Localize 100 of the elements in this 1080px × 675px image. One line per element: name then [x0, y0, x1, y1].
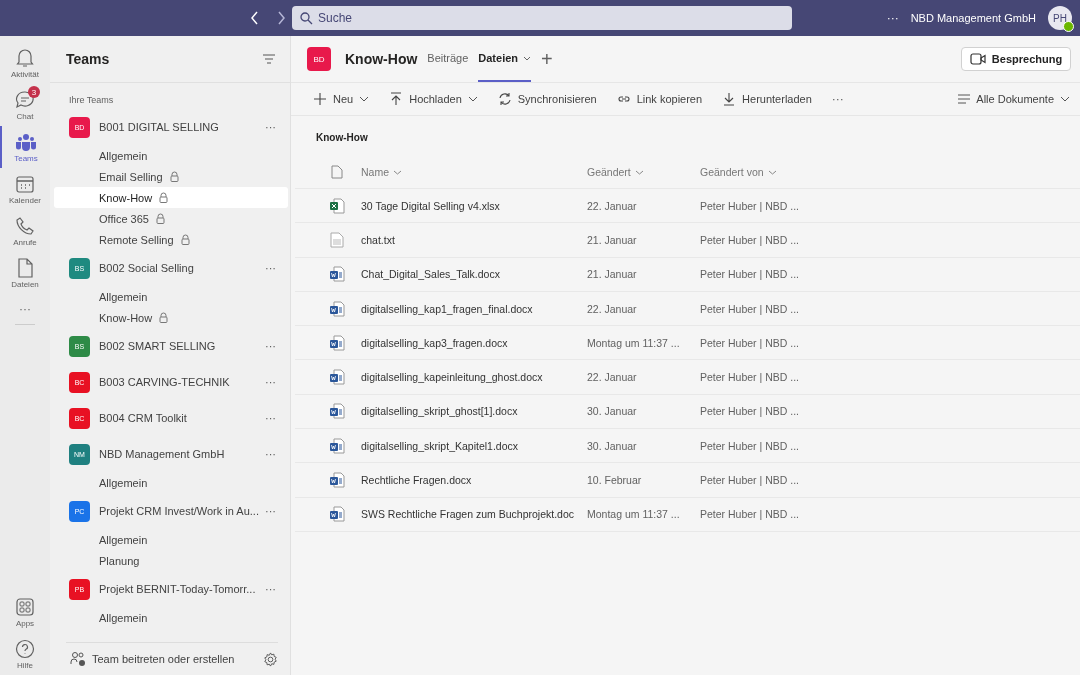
unread-badge: 3: [28, 86, 40, 98]
channel-item[interactable]: Allgemein: [50, 472, 288, 493]
sync-icon: [497, 92, 512, 106]
rail-item[interactable]: Aktivität: [0, 42, 50, 84]
file-row[interactable]: digitalselling_skript_Kapitel1.docx 30. Januar Peter Huber | NBD ...: [295, 429, 1080, 464]
channel-item[interactable]: Know-How: [50, 307, 288, 328]
toolbar-button[interactable]: Link kopieren: [616, 92, 703, 106]
channel-item[interactable]: Allgemein: [50, 529, 288, 550]
column-header[interactable]: Geändert: [587, 166, 700, 178]
chevron-down-icon: [393, 169, 402, 175]
video-camera-icon: [969, 53, 986, 65]
channel-title: Know-How: [345, 51, 418, 67]
file-row[interactable]: 30 Tage Digital Selling v4.xlsx 22. Januar Peter Huber | NBD ...: [295, 189, 1080, 224]
document-file-icon: [329, 266, 345, 283]
more-button[interactable]: ···: [265, 412, 276, 424]
upload-icon: [389, 92, 404, 106]
more-apps-button[interactable]: ···: [19, 302, 31, 316]
join-team-button[interactable]: Team beitreten oder erstellen: [70, 651, 235, 667]
more-button[interactable]: ···: [265, 262, 276, 274]
meeting-button[interactable]: Besprechung: [961, 47, 1071, 71]
more-button[interactable]: ···: [265, 448, 276, 460]
file-row[interactable]: Chat_Digital_Sales_Talk.docx 21. Januar Peter Huber | NBD ...: [295, 257, 1080, 292]
more-button[interactable]: ···: [831, 92, 844, 106]
modified-by: Peter Huber | NBD ...: [700, 474, 800, 486]
document-file-icon: [329, 403, 345, 420]
channel-item[interactable]: Office 365: [50, 208, 288, 229]
modified-date: 22. Januar: [587, 302, 638, 315]
file-row[interactable]: digitalselling_kapeinleitung_ghost.docx 22. Januar Peter Huber | NBD ...: [295, 360, 1080, 395]
rail-item[interactable]: 3 Chat: [0, 84, 50, 126]
file-row[interactable]: digitalselling_kap3_fragen.docx Montag um 11:37 ... Peter Huber | NBD ...: [295, 326, 1080, 361]
file-name[interactable]: digitalselling_kapeinleitung_ghost.docx: [361, 371, 587, 384]
download-icon: [722, 92, 737, 106]
calendar-icon: [14, 173, 36, 195]
file-name[interactable]: Rechtliche Fragen.docx: [361, 474, 587, 486]
channel-item[interactable]: Know-How: [54, 187, 288, 208]
file-name[interactable]: digitalselling_skript_ghost[1].docx: [361, 405, 587, 418]
document-file-icon: [329, 334, 345, 351]
channel-item[interactable]: Remote Selling: [50, 229, 288, 250]
file-row[interactable]: digitalselling_kap1_fragen_final.docx 22. Januar Peter Huber | NBD ...: [295, 291, 1080, 327]
more-button[interactable]: ···: [265, 121, 276, 133]
modified-by: Peter Huber | NBD ...: [700, 336, 800, 349]
file-name[interactable]: SWS Rechtliche Fragen zum Buchprojekt.doc: [361, 508, 587, 521]
search-icon: [300, 12, 313, 25]
channel-avatar: BD: [307, 47, 331, 71]
view-selector[interactable]: Alle Dokumente: [958, 93, 1070, 105]
channel-item[interactable]: Planung: [50, 550, 288, 571]
file-name[interactable]: digitalselling_kap1_fragen_final.docx: [361, 302, 587, 315]
column-header[interactable]: Geändert von: [700, 166, 850, 178]
file-row[interactable]: digitalselling_skript_ghost[1].docx 30. Januar Peter Huber | NBD ...: [295, 394, 1080, 430]
user-avatar[interactable]: PH: [1048, 6, 1072, 30]
more-button[interactable]: ···: [265, 583, 276, 595]
channel-item[interactable]: Email Selling: [50, 166, 288, 187]
more-button[interactable]: ···: [265, 340, 276, 352]
forward-icon[interactable]: [276, 11, 286, 25]
file-name[interactable]: digitalselling_kap3_fragen.docx: [361, 336, 587, 349]
channel-item[interactable]: Allgemein: [50, 286, 288, 307]
toolbar-button[interactable]: Herunterladen: [722, 92, 812, 106]
add-tab-button[interactable]: +: [541, 47, 553, 71]
file-name[interactable]: Chat_Digital_Sales_Talk.docx: [361, 268, 587, 281]
file-row[interactable]: Rechtliche Fragen.docx 10. Februar Peter Huber | NBD ...: [295, 463, 1080, 498]
more-button[interactable]: ···: [265, 376, 276, 388]
rail-item[interactable]: Hilfe: [0, 633, 50, 675]
modified-date: 30. Januar: [587, 405, 638, 418]
file-name[interactable]: 30 Tage Digital Selling v4.xlsx: [361, 199, 587, 212]
chevron-down-icon: [767, 169, 777, 175]
file-name[interactable]: digitalselling_skript_Kapitel1.docx: [361, 439, 587, 452]
toolbar-button[interactable]: Synchronisieren: [497, 92, 597, 106]
tab[interactable]: Beiträge: [427, 36, 469, 82]
toolbar-button[interactable]: Neu: [313, 92, 370, 106]
modified-by: Peter Huber | NBD ...: [700, 302, 800, 315]
modified-date: 22. Januar: [587, 199, 638, 212]
plus-icon: [313, 92, 327, 106]
rail-item[interactable]: Dateien: [0, 252, 50, 294]
modified-by: Peter Huber | NBD ...: [700, 371, 800, 384]
file-row[interactable]: chat.txt 21. Januar Peter Huber | NBD ...: [295, 223, 1080, 258]
rail-item[interactable]: Apps: [0, 591, 50, 633]
bell-icon: [14, 47, 36, 69]
column-header[interactable]: Name: [361, 166, 587, 178]
rail-item[interactable]: Kalender: [0, 168, 50, 210]
modified-by: Peter Huber | NBD ...: [700, 439, 800, 452]
channel-item[interactable]: Allgemein: [50, 607, 288, 628]
spreadsheet-file-icon: [329, 197, 345, 214]
channel-item[interactable]: Allgemein: [50, 145, 288, 166]
teams-icon: [15, 131, 37, 153]
back-icon[interactable]: [250, 11, 260, 25]
document-file-icon: [329, 300, 345, 317]
more-button[interactable]: ···: [265, 505, 276, 517]
modified-by: Peter Huber | NBD ...: [700, 508, 800, 521]
file-name[interactable]: chat.txt: [361, 233, 587, 246]
search-field[interactable]: Suche: [292, 6, 792, 30]
file-icon: [331, 165, 343, 179]
toolbar-button[interactable]: Hochladen: [389, 92, 478, 106]
file-row[interactable]: SWS Rechtliche Fragen zum Buchprojekt.doc Montag um 11:37 ... Peter Huber | NBD ...: [295, 497, 1080, 532]
more-button[interactable]: ···: [886, 11, 899, 25]
people-icon: [70, 651, 86, 667]
modified-by: Peter Huber | NBD ...: [700, 405, 800, 418]
settings-icon[interactable]: [263, 651, 278, 667]
rail-item[interactable]: Anrufe: [0, 210, 50, 252]
modified-date: 21. Januar: [587, 268, 638, 281]
document-file-icon: [329, 369, 345, 386]
